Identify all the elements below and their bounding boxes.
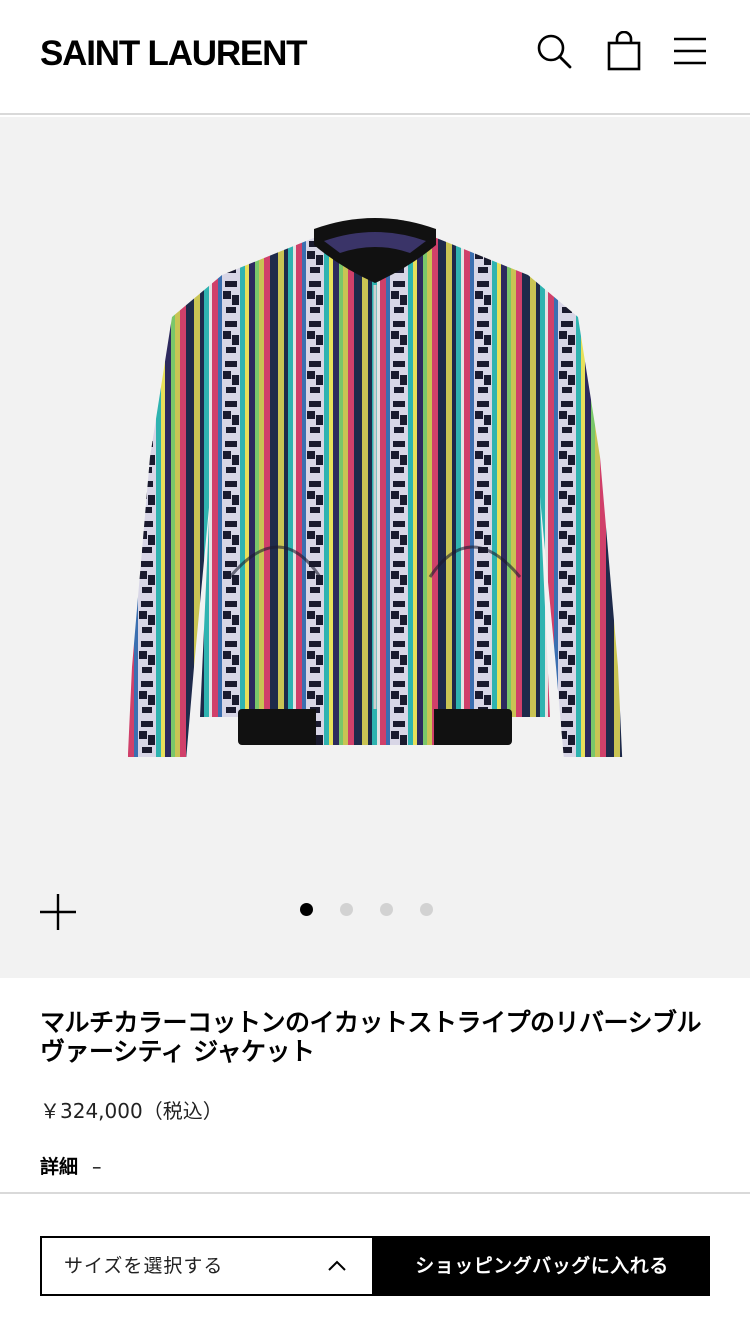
purchase-bar: サイズを選択する ショッピングバッグに入れる [0, 1192, 750, 1334]
details-label: 詳細 [40, 1156, 79, 1178]
shopping-bag-button[interactable] [602, 28, 646, 74]
size-select-label: サイズを選択する [64, 1255, 224, 1277]
product-price: ￥324,000（税込） [40, 1099, 223, 1123]
search-icon [537, 34, 572, 69]
slide-dot-3[interactable] [380, 903, 393, 916]
collapse-icon: – [92, 1156, 102, 1178]
search-button[interactable] [532, 28, 576, 74]
menu-button[interactable] [668, 28, 712, 74]
site-header: SAINT LAURENT [0, 0, 750, 115]
slide-dot-2[interactable] [340, 903, 353, 916]
shopping-bag-icon [607, 31, 641, 71]
brand-logo[interactable]: SAINT LAURENT [40, 34, 308, 74]
plus-icon [40, 894, 76, 930]
product-image-gallery[interactable] [0, 117, 750, 978]
size-select[interactable]: サイズを選択する [40, 1236, 374, 1296]
slide-dot-1[interactable] [300, 903, 313, 916]
product-title: マルチカラーコットンのイカットストライプのリバーシブル ヴァーシティ ジャケット [40, 1008, 702, 1066]
slide-dot-4[interactable] [420, 903, 433, 916]
product-image [110, 197, 640, 845]
menu-icon [674, 37, 706, 65]
zoom-button[interactable] [40, 894, 76, 930]
details-toggle[interactable]: 詳細 – [40, 1155, 102, 1179]
product-info: マルチカラーコットンのイカットストライプのリバーシブル ヴァーシティ ジャケット… [0, 978, 750, 1193]
slide-indicator [300, 903, 433, 917]
add-to-bag-button[interactable]: ショッピングバッグに入れる [374, 1236, 710, 1296]
chevron-up-icon [328, 1260, 346, 1271]
